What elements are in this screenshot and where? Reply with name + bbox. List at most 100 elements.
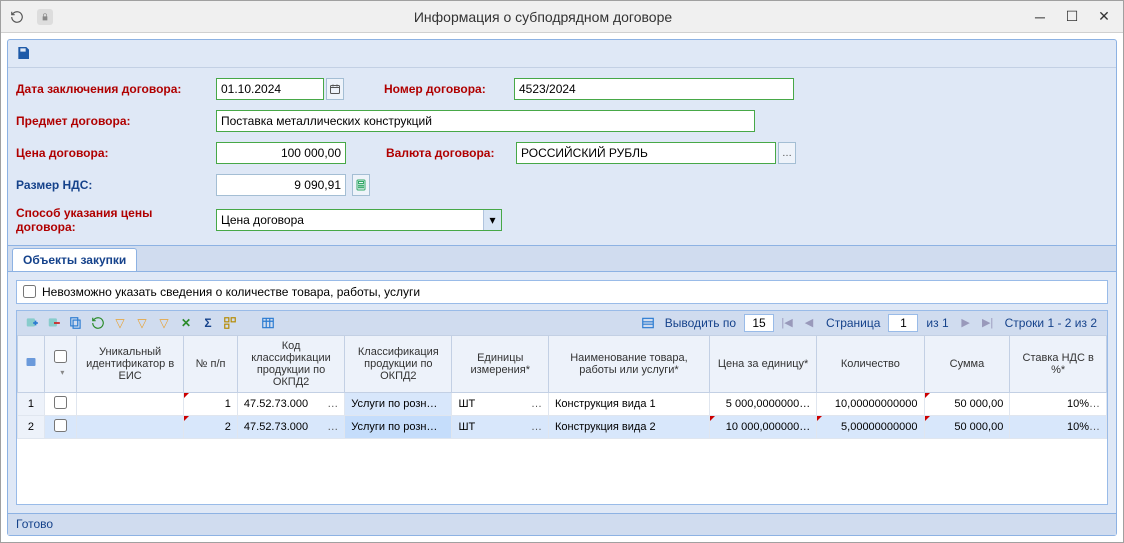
refresh-grid-icon[interactable] <box>89 314 107 332</box>
row-checkbox[interactable] <box>54 419 67 432</box>
col-qty[interactable]: Количество <box>817 335 924 392</box>
page-input[interactable] <box>888 314 918 332</box>
window-title: Информация о субподрядном договоре <box>53 9 1033 25</box>
content-panel: Дата заключения договора: Номер договора… <box>7 39 1117 536</box>
okpd-code-cell[interactable]: 47.52.73.000… <box>237 415 344 438</box>
contract-date-label: Дата заключения договора: <box>16 82 216 96</box>
sum-icon[interactable]: Σ <box>199 314 217 332</box>
name-cell[interactable]: Конструкция вида 2 <box>549 415 710 438</box>
save-icon[interactable] <box>14 44 32 62</box>
title-bar: Информация о субподрядном договоре ─ ☐ ✕ <box>1 1 1123 33</box>
subject-input[interactable] <box>216 110 755 132</box>
col-okpd-code[interactable]: Код классификации продукции по ОКПД2 <box>237 335 344 392</box>
grid-mode-icon[interactable] <box>639 314 657 332</box>
tab-strip: Объекты закупки <box>8 245 1116 272</box>
filter-icon[interactable]: ▽ <box>111 314 129 332</box>
unit-price-cell[interactable]: 10 000,000000… <box>709 415 816 438</box>
filter-add-icon[interactable]: ▽ <box>133 314 151 332</box>
prev-page-button[interactable]: ◀ <box>800 314 818 332</box>
col-unit-price[interactable]: Цена за единицу* <box>709 335 816 392</box>
currency-input[interactable] <box>516 142 776 164</box>
form-area: Дата заключения договора: Номер договора… <box>8 68 1116 245</box>
vat-rate-cell[interactable]: 10% … <box>1010 415 1107 438</box>
page-label: Страница <box>826 316 880 330</box>
sum-cell[interactable]: 50 000,00 <box>924 392 1010 415</box>
col-sum[interactable]: Сумма <box>924 335 1010 392</box>
per-page-label: Выводить по <box>665 316 736 330</box>
num-cell[interactable]: 2 <box>184 415 238 438</box>
uid-cell[interactable] <box>76 415 183 438</box>
qty-cell[interactable]: 5,00000000000 <box>817 415 924 438</box>
select-all-checkbox[interactable] <box>54 350 67 363</box>
table-row[interactable]: 2 2 47.52.73.000… Услуги по розн… ШТ… Ко… <box>18 415 1107 438</box>
okpd-class-cell[interactable]: Услуги по розн… <box>345 415 452 438</box>
tab-objects[interactable]: Объекты закупки <box>12 248 137 271</box>
app-window: Информация о субподрядном договоре ─ ☐ ✕… <box>0 0 1124 543</box>
col-vat-rate[interactable]: Ставка НДС в %* <box>1010 335 1107 392</box>
price-input[interactable] <box>216 142 346 164</box>
method-select[interactable]: Цена договора ▾ <box>216 209 502 231</box>
currency-label: Валюта договора: <box>386 146 516 160</box>
copy-row-icon[interactable] <box>67 314 85 332</box>
method-selected: Цена договора <box>221 213 304 227</box>
qty-cell[interactable]: 10,00000000000 <box>817 392 924 415</box>
filter-clear-icon[interactable]: ▽ <box>155 314 173 332</box>
vat-label: Размер НДС: <box>16 178 216 192</box>
delete-row-icon[interactable] <box>45 314 63 332</box>
unit-cell[interactable]: ШТ… <box>452 415 549 438</box>
rows-label: Строки 1 - 2 из 2 <box>1005 316 1097 330</box>
col-unit[interactable]: Единицы измерения* <box>452 335 549 392</box>
chevron-down-icon: ▾ <box>483 210 501 230</box>
col-okpd-class[interactable]: Классификация продукции по ОКПД2 <box>345 335 452 392</box>
of-label: из 1 <box>926 316 948 330</box>
refresh-icon[interactable] <box>9 9 25 25</box>
unit-cell[interactable]: ШТ… <box>452 392 549 415</box>
price-label: Цена договора: <box>16 146 216 160</box>
row-number: 1 <box>18 392 45 415</box>
row-checkbox[interactable] <box>54 396 67 409</box>
main-toolbar <box>8 40 1116 68</box>
header-row: ▾ Уникальный идентификатор в ЕИС № п/п К… <box>18 335 1107 392</box>
lock-icon <box>37 9 53 25</box>
excel-icon[interactable]: ✕ <box>177 314 195 332</box>
row-checkbox-cell <box>44 392 76 415</box>
columns-icon[interactable] <box>259 314 277 332</box>
okpd-code-cell[interactable]: 47.52.73.000… <box>237 392 344 415</box>
calendar-icon[interactable] <box>326 78 344 100</box>
col-uid[interactable]: Уникальный идентификатор в ЕИС <box>76 335 183 392</box>
first-page-button[interactable]: |◀ <box>778 314 796 332</box>
row-checkbox-cell <box>44 415 76 438</box>
table-row[interactable]: 1 1 47.52.73.000… Услуги по розн… ШТ… Ко… <box>18 392 1107 415</box>
calculator-icon[interactable] <box>352 174 370 196</box>
col-name[interactable]: Наименование товара, работы или услуги* <box>549 335 710 392</box>
col-checkbox[interactable]: ▾ <box>44 335 76 392</box>
name-cell[interactable]: Конструкция вида 1 <box>549 392 710 415</box>
maximize-button[interactable]: ☐ <box>1065 10 1079 24</box>
settings-icon[interactable] <box>221 314 239 332</box>
col-num[interactable]: № п/п <box>184 335 238 392</box>
close-button[interactable]: ✕ <box>1097 10 1111 24</box>
vat-input[interactable] <box>216 174 346 196</box>
last-page-button[interactable]: ▶| <box>979 314 997 332</box>
method-label: Способ указания цены договора: <box>16 206 216 235</box>
quantity-unavailable-label: Невозможно указать сведения о количестве… <box>42 285 420 299</box>
minimize-button[interactable]: ─ <box>1033 10 1047 24</box>
vat-rate-cell[interactable]: 10% … <box>1010 392 1107 415</box>
sum-cell[interactable]: 50 000,00 <box>924 415 1010 438</box>
per-page-input[interactable] <box>744 314 774 332</box>
col-icon[interactable] <box>18 335 45 392</box>
uid-cell[interactable] <box>76 392 183 415</box>
subject-label: Предмет договора: <box>16 114 216 128</box>
contract-date-input[interactable] <box>216 78 324 100</box>
num-cell[interactable]: 1 <box>184 392 238 415</box>
okpd-class-cell[interactable]: Услуги по розн… <box>345 392 452 415</box>
add-row-icon[interactable] <box>23 314 41 332</box>
unit-price-cell[interactable]: 5 000,0000000… <box>709 392 816 415</box>
quantity-unavailable-checkbox[interactable] <box>23 285 36 298</box>
contract-number-label: Номер договора: <box>384 82 514 96</box>
status-bar: Готово <box>8 513 1116 535</box>
next-page-button[interactable]: ▶ <box>957 314 975 332</box>
contract-number-input[interactable] <box>514 78 794 100</box>
grid-toolbar: ▽ ▽ ▽ ✕ Σ Выводить по |◀ ◀ Страница из 1… <box>16 310 1108 335</box>
currency-picker-icon[interactable]: … <box>778 142 796 164</box>
